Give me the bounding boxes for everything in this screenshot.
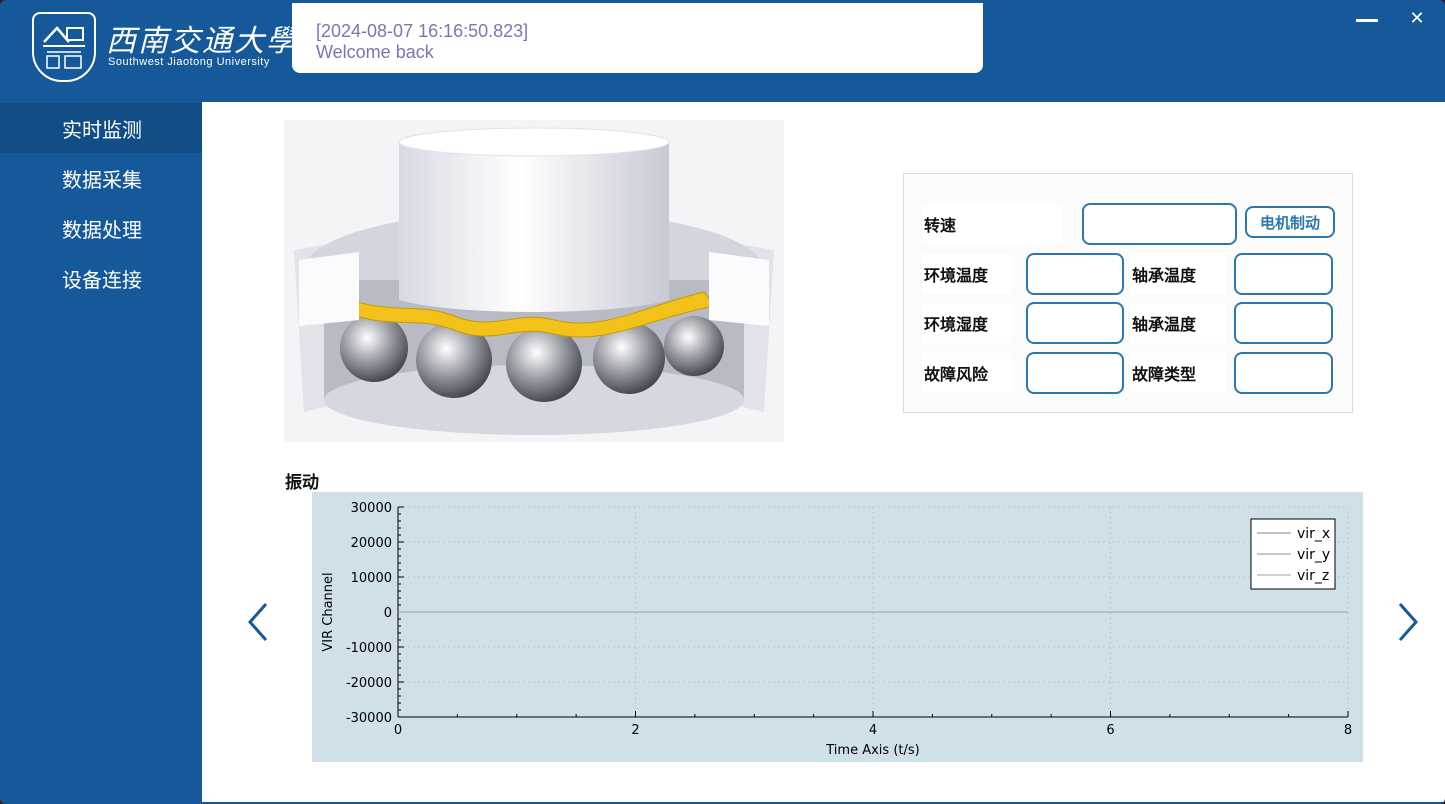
logo-english-name: Southwest Jiaotong University — [108, 56, 270, 68]
minimize-icon — [1356, 18, 1378, 22]
app-window: 西南交通大學 Southwest Jiaotong University [20… — [0, 0, 1445, 804]
legend-label: vir_z — [1297, 568, 1329, 584]
vibration-chart: 0 2 4 6 8 -30000 -20000 -10000 0 10000 20000 30000 T… — [312, 492, 1363, 762]
chevron-left-icon[interactable] — [244, 600, 274, 644]
university-emblem-icon — [32, 12, 96, 82]
x-tick-label: 8 — [1344, 723, 1352, 738]
env-temp-field[interactable] — [1026, 253, 1124, 295]
legend-label: vir_y — [1297, 547, 1330, 563]
motor-brake-button[interactable]: 电机制动 — [1245, 206, 1335, 238]
y-tick-label: -10000 — [346, 641, 392, 656]
sidebar-item-label: 实时监测 — [62, 117, 142, 142]
y-tick-label: 0 — [384, 606, 392, 621]
sidebar-item-label: 设备连接 — [62, 267, 142, 292]
x-tick-label: 2 — [631, 723, 639, 738]
message-box: [2024-08-07 16:16:50.823] Welcome back — [292, 3, 983, 73]
legend-label: vir_x — [1297, 526, 1330, 542]
y-tick-label: -20000 — [346, 676, 392, 691]
y-tick-label: 10000 — [351, 571, 392, 586]
bearing-temp2-label: 轴承温度 — [1130, 303, 1226, 343]
logo-chinese-name: 西南交通大學 — [106, 24, 298, 59]
x-axis-title: Time Axis (t/s) — [825, 743, 919, 758]
y-tick-label: 20000 — [351, 536, 392, 551]
x-tick-label: 0 — [394, 723, 402, 738]
sidebar-item-realtime-monitor[interactable]: 实时监测 — [0, 103, 202, 153]
bearing-image — [284, 120, 784, 442]
y-tick-label: -30000 — [346, 711, 392, 726]
vibration-title: 振动 — [285, 473, 319, 493]
fault-type-label: 故障类型 — [1130, 353, 1226, 393]
university-logo: 西南交通大學 Southwest Jiaotong University — [30, 10, 296, 84]
bearing-temp-label: 轴承温度 — [1130, 254, 1226, 294]
message-timestamp: [2024-08-07 16:16:50.823] — [316, 21, 529, 41]
sidebar-item-device-connection[interactable]: 设备连接 — [0, 253, 202, 303]
bearing-temp2-field[interactable] — [1234, 302, 1333, 344]
fault-risk-label: 故障风险 — [922, 353, 1012, 393]
y-tick-label: 30000 — [351, 501, 392, 516]
x-tick-label: 6 — [1106, 723, 1114, 738]
env-humidity-field[interactable] — [1026, 302, 1124, 344]
parameter-panel: 转速 电机制动 环境温度 轴承温度 环境湿度 轴承温度 故障风险 故障类型 — [903, 173, 1353, 413]
fault-type-field[interactable] — [1234, 352, 1333, 394]
env-humidity-label: 环境湿度 — [922, 303, 1012, 343]
x-tick-label: 4 — [869, 723, 877, 738]
close-button[interactable]: ✕ — [1405, 7, 1429, 29]
sidebar-item-label: 数据采集 — [62, 167, 142, 192]
fault-risk-field[interactable] — [1026, 352, 1124, 394]
env-temp-label: 环境温度 — [922, 254, 1012, 294]
sidebar-item-data-collection[interactable]: 数据采集 — [0, 153, 202, 203]
sidebar-item-data-processing[interactable]: 数据处理 — [0, 203, 202, 253]
speed-label: 转速 — [922, 204, 1062, 244]
bearing-temp-field[interactable] — [1234, 253, 1333, 295]
main-content: 转速 电机制动 环境温度 轴承温度 环境湿度 轴承温度 故障风险 故障类型 振动… — [202, 102, 1445, 802]
message-text: Welcome back — [316, 42, 434, 62]
speed-field[interactable] — [1082, 203, 1237, 245]
vibration-chart-svg: 0 2 4 6 8 -30000 -20000 -10000 0 10000 20000 30000 T… — [321, 501, 1352, 758]
sidebar: 实时监测 数据采集 数据处理 设备连接 — [0, 103, 202, 804]
minimize-button[interactable] — [1355, 8, 1379, 28]
sidebar-item-label: 数据处理 — [62, 217, 142, 242]
y-axis-title: VIR Channel — [321, 572, 336, 651]
chevron-right-icon[interactable] — [1392, 600, 1422, 644]
close-icon: ✕ — [1409, 7, 1425, 29]
